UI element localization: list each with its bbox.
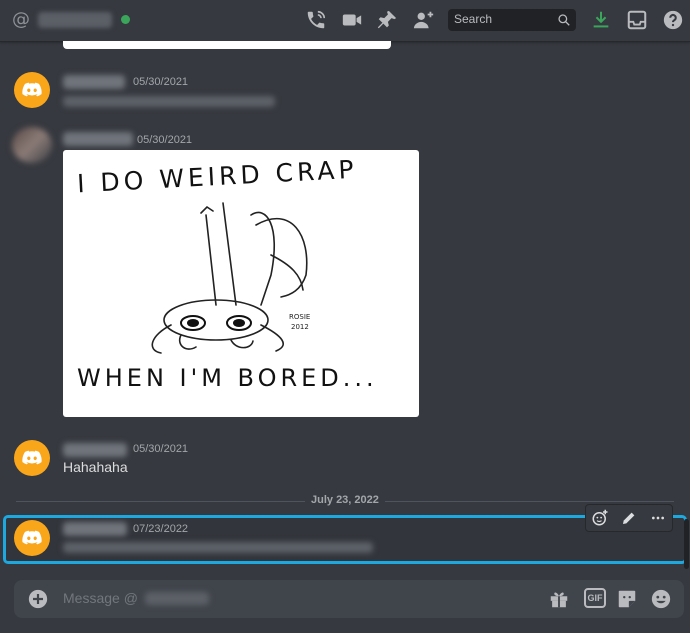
avatar[interactable]: [12, 127, 52, 163]
message-actions-toolbar: [585, 504, 673, 532]
pin-icon[interactable]: [376, 9, 398, 31]
message-content: [63, 96, 275, 107]
recipient-name: [145, 592, 209, 605]
image-caption-bottom: WHEN I'M BORED...: [77, 364, 378, 392]
doodle-illustration: ROSIE 2012: [151, 202, 310, 354]
message-composer[interactable]: Message @ GIF: [14, 580, 684, 618]
avatar[interactable]: [14, 440, 50, 476]
download-icon[interactable]: [590, 9, 612, 31]
artist-signature-year: 2012: [291, 323, 309, 331]
add-attachment-icon[interactable]: [28, 589, 48, 609]
message-timestamp: 07/23/2022: [133, 523, 189, 535]
add-member-icon[interactable]: [413, 9, 435, 31]
scrollbar[interactable]: [684, 519, 689, 569]
edit-icon[interactable]: [619, 508, 639, 528]
discord-logo-icon: [22, 450, 42, 465]
message-content: [63, 542, 373, 553]
video-icon[interactable]: [341, 9, 363, 31]
inbox-icon[interactable]: [626, 9, 648, 31]
channel-header: @ Search: [0, 0, 690, 42]
gif-icon[interactable]: GIF: [584, 588, 606, 608]
search-input[interactable]: Search: [448, 9, 576, 31]
sticker-icon[interactable]: [616, 588, 638, 610]
dm-username: [38, 12, 112, 28]
at-icon: @: [12, 9, 30, 30]
previous-image-attachment[interactable]: [63, 41, 391, 49]
avatar[interactable]: [14, 520, 50, 556]
message-timestamp: 05/30/2021: [137, 134, 193, 146]
artist-signature-name: ROSIE: [289, 313, 310, 321]
call-icon[interactable]: [305, 9, 327, 31]
image-caption-top: I DO WEIRD CRAP: [76, 154, 359, 199]
message-timestamp: 05/30/2021: [133, 443, 189, 455]
date-divider-label: July 23, 2022: [305, 494, 385, 506]
search-icon: [558, 14, 570, 26]
message-username[interactable]: [63, 522, 127, 536]
message-username[interactable]: [63, 132, 133, 146]
message-timestamp: 05/30/2021: [133, 76, 189, 88]
help-icon[interactable]: [662, 9, 684, 31]
message-content: Hahahaha: [63, 459, 128, 475]
discord-logo-icon: [22, 530, 42, 545]
image-attachment[interactable]: I DO WEIRD CRAP ROSIE 2012 WHEN I'M BORE…: [63, 150, 419, 417]
discord-logo-icon: [22, 82, 42, 97]
search-placeholder: Search: [454, 12, 493, 26]
message-input-placeholder: Message @: [63, 590, 138, 606]
message-username[interactable]: [63, 75, 125, 89]
gift-icon[interactable]: [548, 588, 570, 610]
avatar[interactable]: [14, 72, 50, 108]
add-reaction-icon[interactable]: [590, 508, 610, 528]
message-username[interactable]: [63, 443, 127, 457]
emoji-icon[interactable]: [650, 588, 672, 610]
online-status-icon: [121, 15, 130, 24]
more-options-icon[interactable]: [648, 508, 668, 528]
